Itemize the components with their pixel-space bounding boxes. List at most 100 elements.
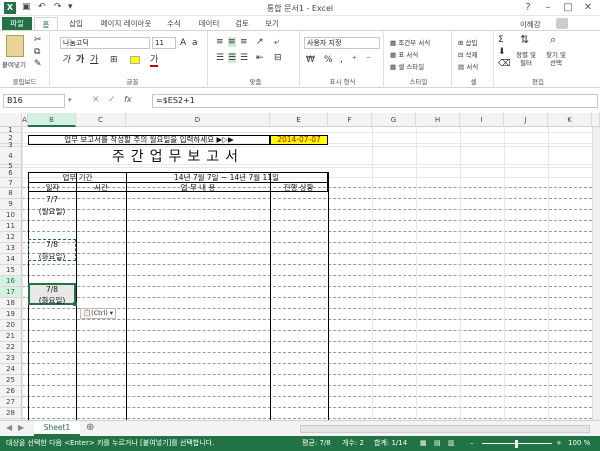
merge-center-icon[interactable]: ⊟ [274, 53, 282, 63]
align-left-icon[interactable]: ☰ [216, 53, 224, 63]
tab-file[interactable]: 파일 [2, 17, 32, 31]
header-status[interactable]: 진행 상황 [270, 182, 328, 192]
autosum-icon[interactable]: Σ [498, 35, 504, 45]
paste-button[interactable]: 붙여넣기 [2, 59, 26, 69]
entry-2-date[interactable]: 7/8 [28, 240, 76, 249]
sort-filter-icon[interactable]: ⇅ [520, 34, 529, 45]
tab-formulas[interactable]: 수식 [160, 17, 188, 31]
orientation-icon[interactable]: ↗ [256, 37, 264, 47]
tab-view[interactable]: 보기 [258, 17, 286, 31]
align-center-icon[interactable]: ☰ [228, 53, 237, 63]
tab-page-layout[interactable]: 페이지 레이아웃 [94, 17, 158, 31]
align-top-icon[interactable]: ≡ [216, 37, 224, 47]
indent-icon[interactable]: ⇤ [256, 53, 264, 63]
name-box[interactable]: B16 [3, 94, 65, 108]
font-name-combo[interactable]: 나눔고딕 [60, 37, 150, 49]
column-header-i[interactable]: I [460, 113, 504, 127]
period-label-cell[interactable]: 업무 기간 [28, 172, 126, 182]
entry-2-day[interactable]: (화요일) [28, 251, 76, 262]
font-size-combo[interactable]: 11 [152, 37, 176, 49]
align-middle-icon[interactable]: ≡ [228, 37, 236, 47]
column-header-b[interactable]: B [28, 113, 76, 127]
increase-decimal-icon[interactable]: ⁺ [352, 55, 357, 65]
table-format-button[interactable]: ▦ 표 서식 [390, 49, 418, 59]
page-break-view-icon[interactable]: ▥ [448, 436, 455, 451]
header-date[interactable]: 일자 [28, 182, 76, 192]
currency-icon[interactable]: ₩ [306, 55, 315, 65]
fill-color-icon[interactable] [130, 56, 140, 64]
page-layout-view-icon[interactable]: ▤ [434, 436, 441, 451]
instruction-cell[interactable]: 업무 보고서를 작성할 주의 월요일을 입력하세요 ▶▷▶ [28, 135, 270, 145]
grow-font-icon[interactable]: A [180, 38, 186, 48]
zoom-level[interactable]: 100 % [568, 436, 590, 451]
tab-data[interactable]: 데이터 [192, 17, 226, 31]
name-box-dropdown-icon[interactable]: ▾ [68, 96, 72, 104]
header-content[interactable]: 업 무 내 용 [126, 182, 270, 192]
tab-review[interactable]: 검토 [228, 17, 256, 31]
formula-input[interactable]: =$ES2+1 [152, 94, 598, 108]
help-icon[interactable]: ? [518, 1, 538, 15]
zoom-out-icon[interactable]: – [470, 436, 474, 451]
vertical-scrollbar-top[interactable] [592, 113, 600, 127]
column-header-h[interactable]: H [416, 113, 460, 127]
entry-3-day[interactable]: (화요일) [28, 295, 76, 306]
sheet-tab-sheet1[interactable]: Sheet1 [34, 421, 80, 436]
tab-insert[interactable]: 삽입 [62, 17, 90, 31]
prev-sheet-icon[interactable]: ◀ [6, 423, 12, 432]
clear-icon[interactable]: ⌫ [498, 59, 511, 69]
decrease-decimal-icon[interactable]: ⁻ [366, 55, 371, 65]
column-header-d[interactable]: D [126, 113, 270, 127]
column-header-e[interactable]: E [270, 113, 328, 127]
copy-icon[interactable]: ⧉ [34, 47, 40, 57]
bold-button[interactable]: 가 [76, 55, 84, 65]
percent-icon[interactable]: % [324, 55, 333, 65]
italic-button[interactable]: 가 [62, 55, 70, 65]
fill-icon[interactable]: ⬇ [498, 47, 506, 57]
new-sheet-icon[interactable]: ⊕ [86, 422, 94, 433]
cell-styles-button[interactable]: ▦ 셀 스타일 [390, 61, 424, 71]
shrink-font-icon[interactable]: a [192, 38, 198, 48]
entry-1-day[interactable]: (월요일) [28, 206, 76, 217]
date-input-cell[interactable]: 2014-07-07 [270, 135, 328, 145]
horizontal-scrollbar[interactable] [300, 425, 590, 433]
find-select-button[interactable]: 찾기 및 선택 [542, 51, 570, 67]
column-header-k[interactable]: K [548, 113, 592, 127]
font-color-icon[interactable]: 가 [150, 55, 159, 67]
column-header-j[interactable]: J [504, 113, 548, 127]
align-bottom-icon[interactable]: ≡ [240, 37, 248, 47]
close-icon[interactable]: ✕ [578, 1, 598, 15]
number-format-combo[interactable]: 사용자 지정 [304, 37, 380, 49]
report-title[interactable]: 주간업무보고서 [28, 148, 328, 166]
find-select-icon[interactable]: ⌕ [550, 34, 556, 45]
select-all-corner[interactable] [0, 113, 22, 127]
sort-filter-button[interactable]: 정렬 및 필터 [514, 51, 538, 67]
align-right-icon[interactable]: ☰ [240, 53, 248, 63]
delete-cells-button[interactable]: ⊟ 삭제 [458, 49, 477, 59]
enter-icon[interactable]: ✓ [108, 95, 116, 105]
column-header-f[interactable]: F [328, 113, 372, 127]
underline-button[interactable]: 가 [90, 55, 98, 65]
column-header-g[interactable]: G [372, 113, 416, 127]
fill-handle[interactable] [73, 302, 77, 306]
next-sheet-icon[interactable]: ▶ [18, 423, 24, 432]
paste-icon[interactable] [6, 35, 24, 57]
wrap-text-icon[interactable]: ⤶ [274, 37, 279, 47]
paste-options-button[interactable]: 📋(Ctrl) ▾ [80, 308, 116, 319]
format-cells-button[interactable]: ▤ 서식 [458, 61, 478, 71]
column-header-c[interactable]: C [76, 113, 126, 127]
insert-function-icon[interactable]: fx [124, 95, 132, 104]
user-name[interactable]: 이혜강 [520, 19, 541, 30]
maximize-icon[interactable]: □ [558, 1, 578, 15]
tab-home[interactable]: 홈 [34, 17, 58, 31]
cut-icon[interactable]: ✂ [34, 35, 42, 45]
comma-icon[interactable]: , [340, 55, 343, 65]
zoom-in-icon[interactable]: + [556, 436, 562, 451]
period-value-cell[interactable]: 14년 7월 7일 ~ 14년 7월 11일 [126, 172, 328, 182]
entry-3-date[interactable]: 7/8 [28, 285, 76, 294]
conditional-format-button[interactable]: ▦ 조건부 서식 [390, 37, 430, 47]
border-icon[interactable]: ⊞ [110, 55, 118, 65]
normal-view-icon[interactable]: ▦ [420, 436, 427, 451]
zoom-slider-thumb[interactable] [515, 440, 518, 448]
format-painter-icon[interactable]: ✎ [34, 59, 42, 69]
header-time[interactable]: 시간 [76, 182, 126, 192]
